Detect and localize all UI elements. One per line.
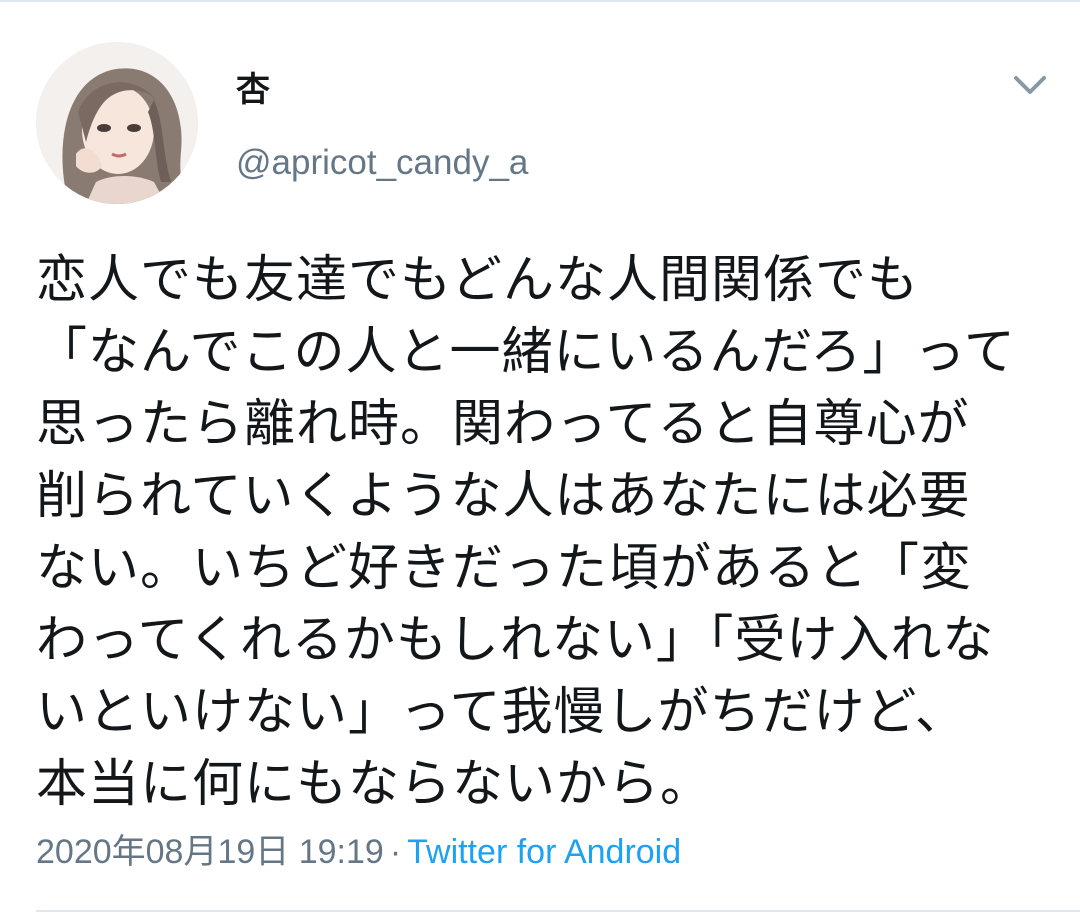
source-link[interactable]: Twitter for Android	[407, 833, 681, 871]
bottom-divider	[36, 910, 1080, 912]
avatar[interactable]	[36, 42, 198, 204]
display-name[interactable]: 杏	[236, 70, 270, 110]
top-divider	[0, 0, 1080, 2]
avatar-illustration-icon	[36, 42, 198, 204]
separator: ·	[389, 833, 402, 871]
user-handle[interactable]: @apricot_candy_a	[236, 143, 528, 183]
timestamp[interactable]: 2020年08月19日 19:19	[36, 833, 384, 871]
tweet-text: 恋人でも友達でもどんな人間関係でも 「なんでこの人と一緒にいるんだろ」って 思っ…	[36, 251, 1016, 814]
chevron-down-icon[interactable]	[1010, 70, 1050, 100]
tweet-metadata: 2020年08月19日 19:19 · Twitter for Android	[36, 832, 681, 872]
